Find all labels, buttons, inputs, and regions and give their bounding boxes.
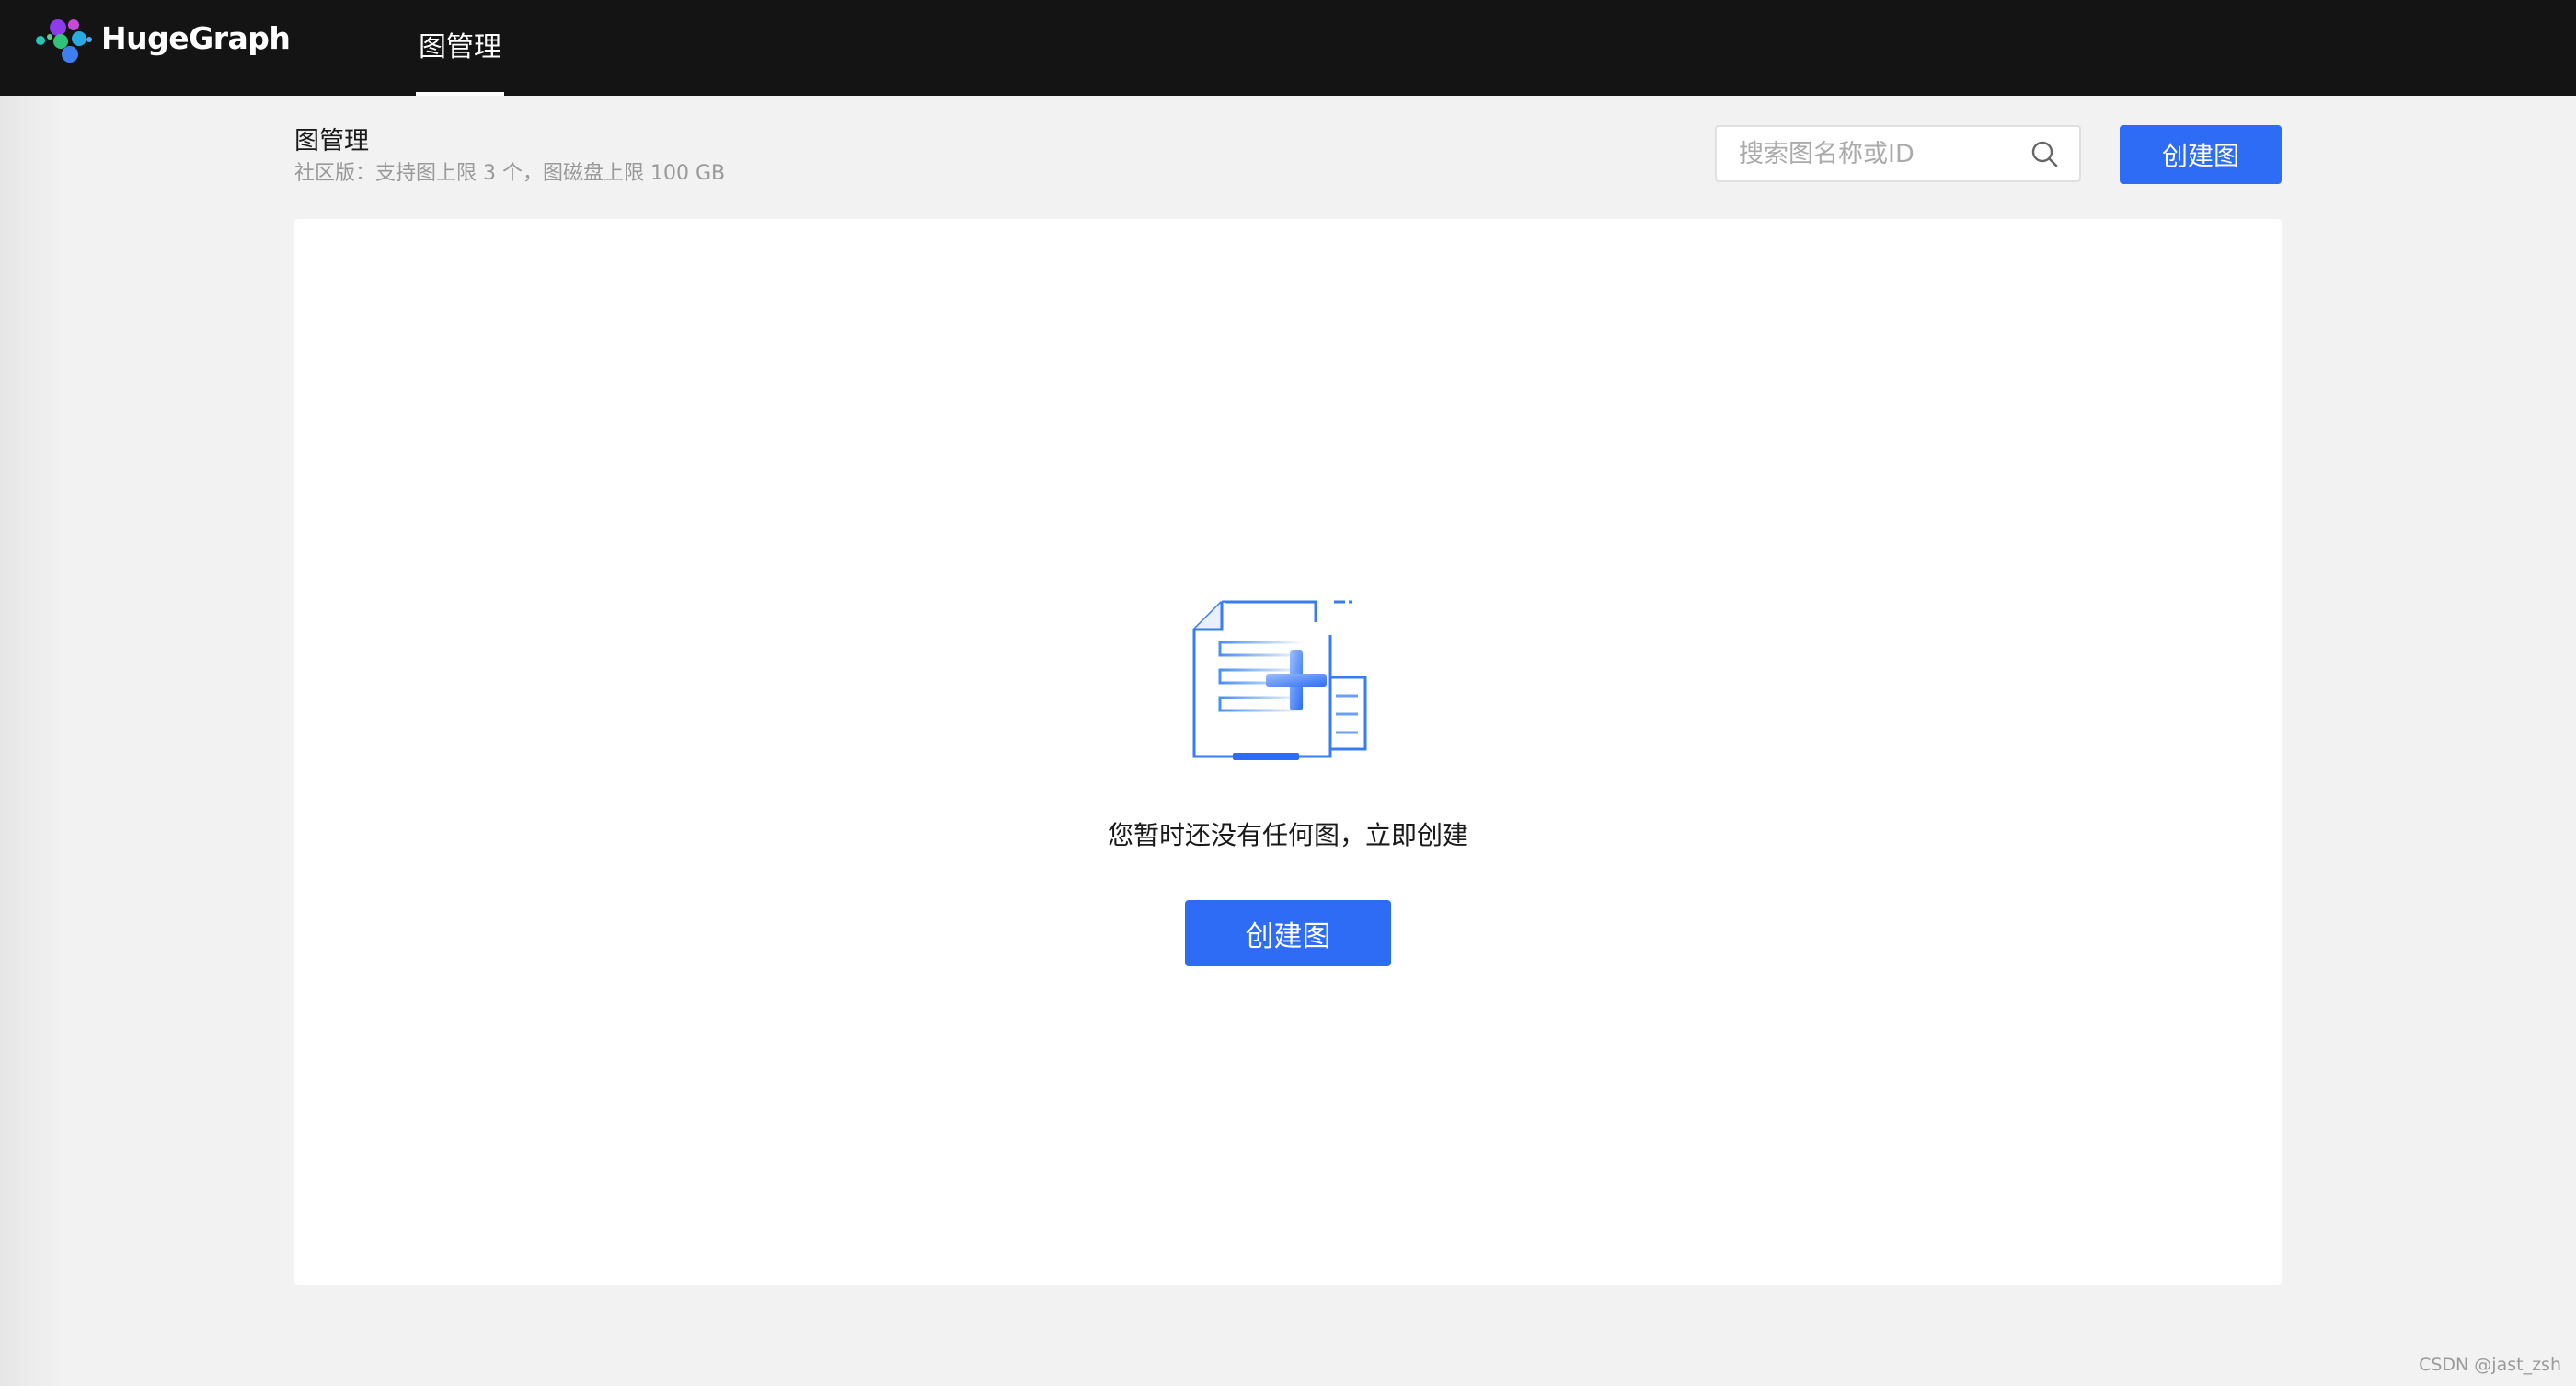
watermark: CSDN @jast_zsh xyxy=(2419,1355,2561,1375)
left-shade xyxy=(0,96,66,1386)
page-title: 图管理 xyxy=(294,127,369,156)
edition-limit-note: 社区版：支持图上限 3 个，图磁盘上限 100 GB xyxy=(294,162,726,185)
empty-state-message: 您暂时还没有任何图，立即创建 xyxy=(1107,820,1468,850)
nav-tab-label: 图管理 xyxy=(419,31,501,64)
create-graph-cta-button[interactable]: 创建图 xyxy=(1185,900,1391,966)
search-input[interactable] xyxy=(1739,127,2024,180)
nav-tab-graph-management[interactable]: 图管理 xyxy=(416,0,504,96)
hugegraph-logo-icon[interactable] xyxy=(31,11,98,68)
top-navbar: HugeGraph 图管理 xyxy=(0,0,2576,96)
create-graph-button[interactable]: 创建图 xyxy=(2120,125,2282,184)
search-icon[interactable] xyxy=(2030,139,2059,168)
document-add-icon xyxy=(1192,600,1367,760)
graph-list-card: 您暂时还没有任何图，立即创建 创建图 xyxy=(294,219,2282,1285)
search-box xyxy=(1715,125,2081,182)
brand-name: HugeGraph xyxy=(101,20,291,56)
active-tab-indicator xyxy=(416,92,504,96)
